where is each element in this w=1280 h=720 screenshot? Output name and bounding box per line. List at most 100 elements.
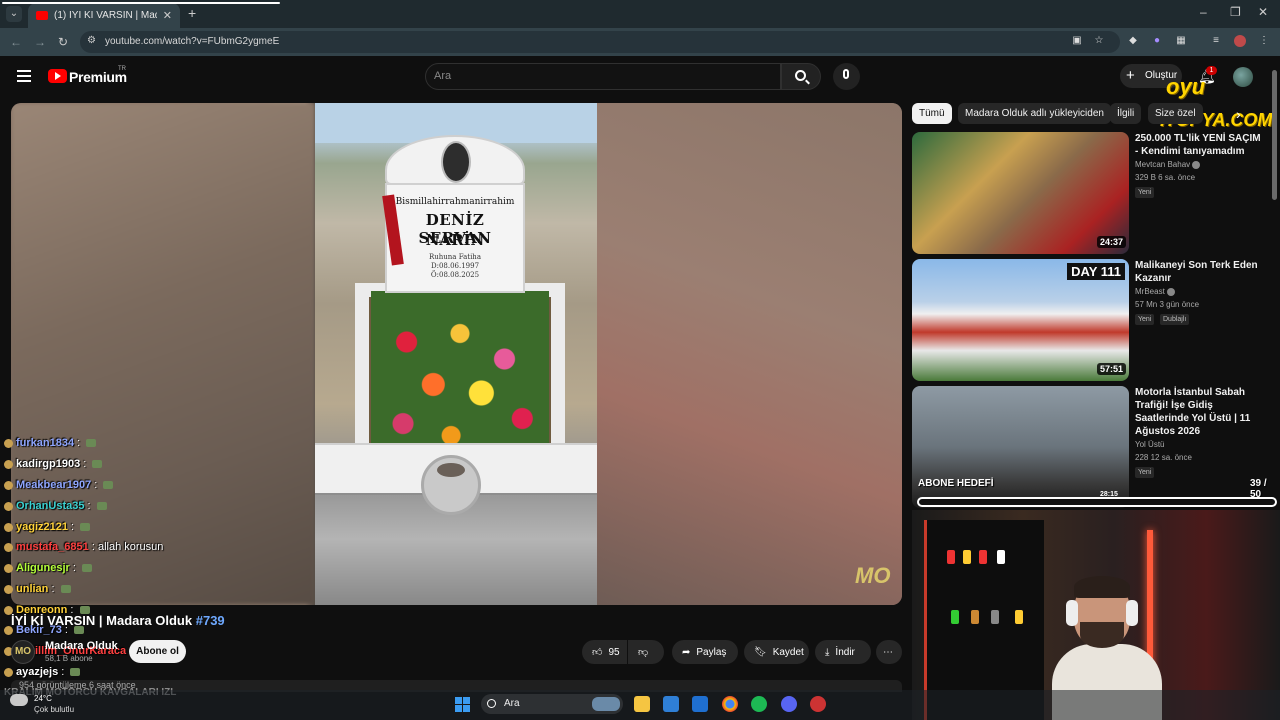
filter-chip[interactable]: Tümü: [912, 103, 952, 124]
close-window-icon[interactable]: ✕: [1258, 5, 1268, 19]
chat-message: furkan1834 :: [4, 437, 97, 449]
tab-menu-icon[interactable]: ⌄: [6, 6, 22, 22]
chat-message: mustafa_6851 : allah korusun: [4, 541, 163, 553]
browser-menu-icon[interactable]: ⋮: [1258, 35, 1270, 47]
emote-icon: [86, 439, 97, 448]
plus-icon: +: [1126, 67, 1135, 84]
profile-icon[interactable]: [1234, 35, 1246, 47]
like-button[interactable]: 👍︎ 95: [582, 640, 627, 664]
recommendation-title[interactable]: Malikaneyi Son Terk Eden Kazanır: [1135, 259, 1265, 285]
chat-message: OrhanUsta35 :: [4, 500, 107, 512]
share-button[interactable]: ➦ Paylaş: [672, 640, 738, 664]
weather-cloud-icon[interactable]: [10, 694, 28, 706]
back-icon[interactable]: ←: [10, 35, 22, 49]
chat-message: ayazjejs :: [4, 666, 81, 678]
bookmark-star-icon[interactable]: ☆: [1093, 35, 1105, 47]
new-badge: Yeni: [1135, 314, 1155, 325]
dislike-button[interactable]: 👎︎: [628, 640, 664, 664]
chat-badge-icon: [4, 438, 13, 448]
emote-icon: [92, 460, 103, 469]
recording-app-icon[interactable]: [810, 696, 826, 712]
store-icon[interactable]: [663, 696, 679, 712]
account-avatar[interactable]: [1233, 67, 1253, 87]
extension-shield-icon[interactable]: ◆: [1127, 35, 1139, 47]
notification-badge: 1: [1206, 66, 1217, 75]
scrollbar-thumb[interactable]: [1272, 70, 1277, 200]
search-placeholder: Ara: [434, 70, 452, 82]
chat-badge-icon: [4, 501, 13, 511]
new-tab-icon[interactable]: +: [188, 5, 196, 21]
close-tab-icon[interactable]: ✕: [163, 9, 172, 22]
windows-start-icon[interactable]: [455, 697, 470, 712]
chat-username: kadirgp1903: [16, 458, 81, 470]
extensions-puzzle-icon[interactable]: ▦: [1175, 35, 1187, 47]
reading-list-icon[interactable]: ≡: [1210, 35, 1222, 47]
chat-message: Meakbear1907 :: [4, 479, 114, 491]
thumbnail-text: DAY 111: [1067, 263, 1125, 280]
emote-icon: [80, 523, 91, 532]
minimize-icon[interactable]: –: [1200, 5, 1207, 19]
spotify-icon[interactable]: [751, 696, 767, 712]
recommendation-title[interactable]: 250.000 TL'lik YENİ SAÇIM - Kendimi tanı…: [1135, 132, 1265, 158]
recommendation-thumbnail[interactable]: [912, 386, 1129, 508]
download-button[interactable]: ⤓ İndir: [815, 640, 871, 664]
subscribe-button[interactable]: Abone ol: [129, 640, 186, 663]
filter-chip[interactable]: Madara Olduk adlı yükleyiciden: [958, 103, 1111, 124]
recommendation-meta: 57 Mn 3 gün önce: [1135, 300, 1200, 309]
cast-icon[interactable]: ▣: [1071, 35, 1083, 47]
url-text[interactable]: youtube.com/watch?v=FUbmG2ygmeE: [105, 36, 279, 47]
recommendation-title[interactable]: Motorla İstanbul Sabah Trafiği! İşe Gidi…: [1135, 386, 1265, 438]
video-title: İYİ Kİ VARSIN | Madara Olduk #739: [11, 613, 225, 628]
chat-username: mustafa_6851: [16, 541, 89, 553]
chat-username: OrhanUsta35: [16, 500, 85, 512]
chat-badge-icon: [4, 459, 13, 469]
channel-watermark: MO: [855, 563, 891, 588]
youtube-logo-icon[interactable]: [48, 69, 67, 83]
recommendation-channel[interactable]: Yol Üstü: [1135, 440, 1165, 449]
video-player[interactable]: Bismillahirrahmanirrahim DENİZ SERVAN NA…: [11, 103, 902, 605]
flowers-image: [371, 291, 549, 461]
stream-overlay-logo: oyu: [1166, 74, 1206, 99]
search-input[interactable]: [425, 63, 781, 90]
chat-username: Meakbear1907: [16, 479, 92, 491]
maximize-icon[interactable]: ❐: [1230, 5, 1241, 19]
emote-icon: [60, 585, 71, 594]
file-explorer-icon[interactable]: [634, 696, 650, 712]
emote-icon: [96, 502, 107, 511]
discord-icon[interactable]: [781, 696, 797, 712]
chat-username: unlian: [16, 583, 49, 595]
chat-username: ayazjejs: [16, 666, 59, 678]
sub-goal-label: ABONE HEDEFİ: [918, 478, 994, 489]
chevron-right-icon[interactable]: ›: [1236, 106, 1241, 122]
forward-icon[interactable]: →: [34, 35, 46, 49]
chat-badge-icon: [4, 542, 13, 552]
site-info-icon[interactable]: ⚙: [87, 35, 96, 46]
menu-icon[interactable]: [17, 70, 31, 82]
chat-message: yagiz2121 :: [4, 521, 91, 533]
stone-inscription-3: NARİN: [425, 231, 485, 249]
streamer-webcam: [912, 510, 1280, 720]
mail-icon[interactable]: [692, 696, 708, 712]
dubbed-badge: Dublajlı: [1160, 314, 1190, 325]
chrome-icon[interactable]: [722, 696, 738, 712]
bookmark-icon: 🔖︎: [754, 646, 767, 658]
browser-tab[interactable]: (1) İYİ Kİ VARSIN | Madara Oldu ✕: [28, 3, 180, 28]
more-actions-button[interactable]: ⋯: [876, 640, 902, 664]
extension-orb-icon[interactable]: ●: [1151, 35, 1163, 47]
channel-avatar[interactable]: MO: [11, 640, 35, 664]
new-badge: Yeni: [1135, 187, 1155, 198]
save-button[interactable]: 🔖︎ Kaydet: [744, 640, 809, 664]
filter-chip[interactable]: Size özel: [1148, 103, 1203, 124]
recommendation-channel[interactable]: MrBeast: [1135, 287, 1175, 296]
recommendation-thumbnail[interactable]: DAY 111: [912, 259, 1129, 381]
recommendation-thumbnail[interactable]: [912, 132, 1129, 254]
sub-goal-progress-bar: [917, 497, 1277, 507]
channel-name[interactable]: Madara Olduk: [45, 640, 118, 652]
search-highlight-icon[interactable]: [592, 697, 620, 711]
filter-chip[interactable]: İlgili: [1110, 103, 1142, 124]
new-badge: Yeni: [1135, 467, 1155, 478]
recommendation-channel[interactable]: Mevtcan Bahav: [1135, 160, 1201, 169]
tab-title: (1) İYİ Kİ VARSIN | Madara Oldu: [54, 10, 157, 21]
reload-icon[interactable]: ↻: [58, 35, 68, 49]
thumbs-down-icon: 👎︎: [638, 647, 649, 658]
